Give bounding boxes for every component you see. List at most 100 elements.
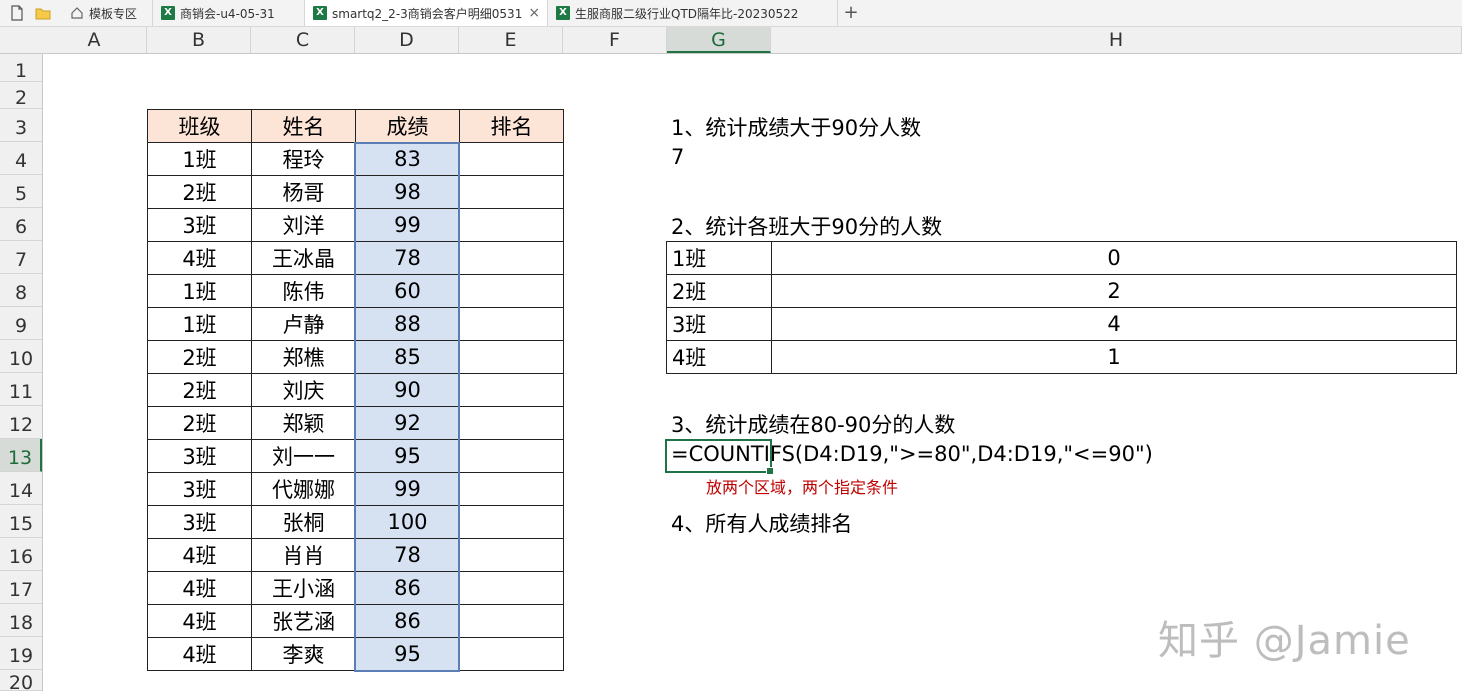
cell-score[interactable]: 60 [355, 274, 460, 308]
cell-name[interactable]: 程玲 [251, 142, 356, 176]
cell-name[interactable]: 张桐 [251, 505, 356, 539]
column-header-h[interactable]: H [771, 27, 1462, 53]
class-label-cell[interactable]: 2班 [666, 274, 772, 308]
cell-name[interactable]: 郑樵 [251, 340, 356, 374]
tab-smartq2[interactable]: X smartq2_2-3商销会客户明细0531 × [305, 0, 548, 26]
new-tab-button[interactable]: + [838, 0, 864, 26]
cell-rank[interactable] [459, 538, 564, 572]
column-header-e[interactable]: E [459, 27, 563, 53]
cell-score[interactable]: 86 [355, 604, 460, 638]
cell-class[interactable]: 3班 [147, 208, 252, 242]
cell-score[interactable]: 92 [355, 406, 460, 440]
class-count-cell[interactable]: 2 [771, 274, 1457, 308]
row-header-5[interactable]: 5 [0, 175, 42, 208]
class-count-cell[interactable]: 1 [771, 340, 1457, 374]
cell-score[interactable]: 95 [355, 637, 460, 671]
cell-rank[interactable] [459, 142, 564, 176]
cell-rank[interactable] [459, 307, 564, 341]
cell-class[interactable]: 3班 [147, 505, 252, 539]
cell-rank[interactable] [459, 406, 564, 440]
cell-class[interactable]: 1班 [147, 274, 252, 308]
cell-name[interactable]: 郑颖 [251, 406, 356, 440]
cell-rank[interactable] [459, 241, 564, 275]
cell-name[interactable]: 陈伟 [251, 274, 356, 308]
row-header-12[interactable]: 12 [0, 406, 42, 439]
header-rank[interactable]: 排名 [459, 109, 564, 143]
cell-name[interactable]: 杨哥 [251, 175, 356, 209]
cell-rank[interactable] [459, 274, 564, 308]
cell-score[interactable]: 88 [355, 307, 460, 341]
cell-rank[interactable] [459, 340, 564, 374]
cell-score[interactable]: 99 [355, 208, 460, 242]
row-header-4[interactable]: 4 [0, 142, 42, 175]
cell-rank[interactable] [459, 604, 564, 638]
column-header-d[interactable]: D [355, 27, 459, 53]
cell-class[interactable]: 4班 [147, 571, 252, 605]
header-score[interactable]: 成绩 [355, 109, 460, 143]
cell-class[interactable]: 3班 [147, 439, 252, 473]
cell-name[interactable]: 卢静 [251, 307, 356, 341]
cell-name[interactable]: 王小涵 [251, 571, 356, 605]
row-header-1[interactable]: 1 [0, 54, 42, 82]
cell-score[interactable]: 99 [355, 472, 460, 506]
cell-name[interactable]: 刘庆 [251, 373, 356, 407]
cell-rank[interactable] [459, 637, 564, 671]
cell-rank[interactable] [459, 373, 564, 407]
class-label-cell[interactable]: 1班 [666, 241, 772, 275]
cell-rank[interactable] [459, 472, 564, 506]
row-header-13[interactable]: 13 [0, 439, 42, 472]
cell-class[interactable]: 2班 [147, 406, 252, 440]
row-header-16[interactable]: 16 [0, 538, 42, 571]
row-header-11[interactable]: 11 [0, 373, 42, 406]
tab-shengfu[interactable]: X 生服商服二级行业QTD隔年比-20230522 [548, 0, 838, 26]
cell-class[interactable]: 2班 [147, 175, 252, 209]
cell-score[interactable]: 83 [355, 142, 460, 176]
cell-score[interactable]: 78 [355, 538, 460, 572]
new-document-icon[interactable] [8, 4, 26, 22]
cell-class[interactable]: 2班 [147, 373, 252, 407]
cell-score[interactable]: 100 [355, 505, 460, 539]
cell-rank[interactable] [459, 505, 564, 539]
cell-name[interactable]: 刘洋 [251, 208, 356, 242]
cell-score[interactable]: 78 [355, 241, 460, 275]
q1-answer[interactable]: 7 [671, 145, 684, 169]
tab-shangxiaohui[interactable]: X 商销会-u4-05-31 [153, 0, 305, 26]
cell-score[interactable]: 85 [355, 340, 460, 374]
cell-class[interactable]: 4班 [147, 604, 252, 638]
cell-name[interactable]: 王冰晶 [251, 241, 356, 275]
active-cell-g13[interactable] [665, 439, 774, 475]
class-count-cell[interactable]: 4 [771, 307, 1457, 341]
cell-class[interactable]: 4班 [147, 538, 252, 572]
column-header-c[interactable]: C [251, 27, 355, 53]
row-header-15[interactable]: 15 [0, 505, 42, 538]
column-header-f[interactable]: F [563, 27, 667, 53]
header-name[interactable]: 姓名 [251, 109, 356, 143]
cell-name[interactable]: 肖肖 [251, 538, 356, 572]
column-header-g[interactable]: G [667, 27, 771, 53]
cell-score[interactable]: 90 [355, 373, 460, 407]
row-header-14[interactable]: 14 [0, 472, 42, 505]
row-header-6[interactable]: 6 [0, 208, 42, 241]
row-header-2[interactable]: 2 [0, 82, 42, 109]
cell-name[interactable]: 李爽 [251, 637, 356, 671]
row-header-17[interactable]: 17 [0, 571, 42, 604]
row-header-9[interactable]: 9 [0, 307, 42, 340]
cell-name[interactable]: 刘一一 [251, 439, 356, 473]
cell-class[interactable]: 1班 [147, 142, 252, 176]
cell-rank[interactable] [459, 208, 564, 242]
cell-name[interactable]: 代娜娜 [251, 472, 356, 506]
tab-template-zone[interactable]: 模板专区 [62, 0, 153, 26]
cell-class[interactable]: 4班 [147, 241, 252, 275]
cell-name[interactable]: 张艺涵 [251, 604, 356, 638]
row-header-7[interactable]: 7 [0, 241, 42, 274]
cell-class[interactable]: 3班 [147, 472, 252, 506]
row-header-19[interactable]: 19 [0, 637, 42, 670]
row-header-3[interactable]: 3 [0, 109, 42, 142]
row-header-8[interactable]: 8 [0, 274, 42, 307]
header-class[interactable]: 班级 [147, 109, 252, 143]
folder-icon[interactable] [34, 4, 52, 22]
cell-score[interactable]: 98 [355, 175, 460, 209]
row-header-18[interactable]: 18 [0, 604, 42, 637]
cell-class[interactable]: 1班 [147, 307, 252, 341]
cell-score[interactable]: 86 [355, 571, 460, 605]
